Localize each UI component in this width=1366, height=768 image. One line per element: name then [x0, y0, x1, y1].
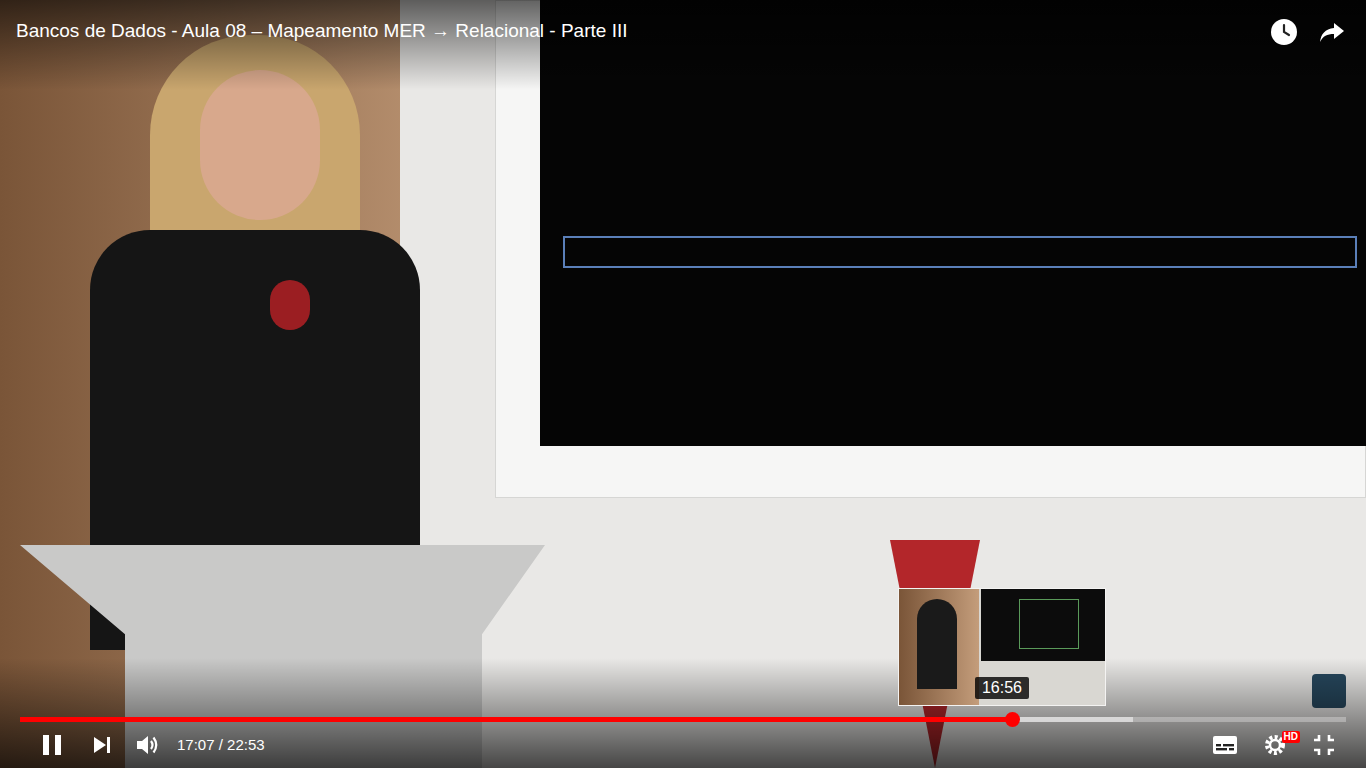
settings-button[interactable]: HD [1260, 731, 1290, 759]
seek-preview: 16:56 [898, 588, 1106, 706]
volume-speaker-icon[interactable] [135, 733, 161, 757]
captions-icon[interactable] [1212, 735, 1238, 755]
skip-next-icon[interactable] [92, 735, 112, 755]
video-player[interactable]: Bancos de Dados - Aula 08 – Mapeamento M… [0, 0, 1366, 768]
next-button[interactable] [90, 733, 114, 757]
pause-icon[interactable] [41, 733, 63, 757]
time-display: 17:07 / 22:53 [177, 735, 265, 755]
hd-badge: HD [1282, 731, 1300, 743]
play-pause-button[interactable] [38, 731, 66, 759]
share-arrow-icon[interactable] [1318, 18, 1346, 46]
played-fill [20, 717, 1012, 722]
volume-button[interactable] [134, 731, 162, 759]
video-title[interactable]: Bancos de Dados - Aula 08 – Mapeamento M… [16, 18, 627, 44]
preview-time: 16:56 [975, 677, 1029, 699]
progress-track[interactable] [20, 717, 1346, 722]
exit-fullscreen-icon[interactable] [1312, 733, 1336, 757]
watch-later-clock-icon[interactable] [1270, 18, 1298, 46]
video-frame[interactable] [0, 0, 1366, 768]
scrubber-handle[interactable] [1005, 712, 1020, 727]
